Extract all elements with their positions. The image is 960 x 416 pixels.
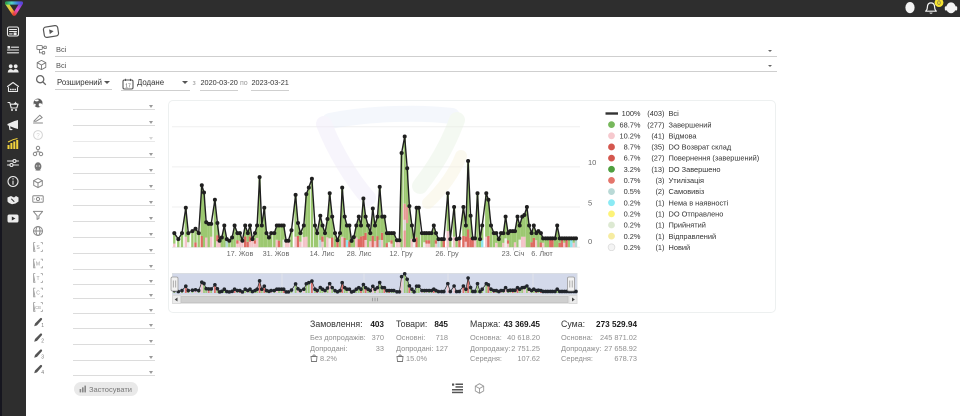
svg-text:0.2%: 0.2% — [624, 198, 641, 207]
svg-text:5: 5 — [588, 198, 592, 207]
svg-text:DO Завершено: DO Завершено — [669, 165, 721, 174]
svg-text:Новий: Новий — [669, 243, 691, 252]
svg-text:(3): (3) — [655, 176, 664, 185]
svg-text:68.7%: 68.7% — [620, 120, 641, 129]
svg-text:Відмова: Відмова — [669, 131, 698, 140]
svg-text:0.2%: 0.2% — [624, 221, 641, 230]
svg-text:0: 0 — [937, 0, 941, 7]
svg-text:0: 0 — [588, 237, 592, 246]
svg-text:2: 2 — [41, 339, 44, 345]
svg-text:Нема в наявності: Нема в наявності — [669, 198, 729, 207]
svg-text:3: 3 — [41, 355, 44, 361]
svg-text:Повернення (завершений): Повернення (завершений) — [669, 154, 760, 163]
svg-text:(1): (1) — [655, 198, 664, 207]
svg-text:S: S — [36, 245, 40, 251]
svg-text:1: 1 — [41, 323, 44, 329]
svg-text:0.2%: 0.2% — [624, 209, 641, 218]
svg-text:DO Отправлено: DO Отправлено — [669, 209, 724, 218]
svg-text:100%: 100% — [622, 109, 641, 118]
svg-text:M: M — [36, 261, 40, 267]
svg-text:(27): (27) — [651, 154, 664, 163]
svg-text:0.5%: 0.5% — [624, 187, 641, 196]
svg-text:DO Возврат склад: DO Возврат склад — [669, 143, 732, 152]
svg-text:(403): (403) — [647, 109, 664, 118]
svg-text:C: C — [36, 290, 40, 296]
svg-text:T: T — [36, 276, 39, 282]
svg-text:(1): (1) — [655, 243, 664, 252]
svg-text:Утилізація: Утилізація — [669, 176, 705, 185]
svg-text:(1): (1) — [655, 209, 664, 218]
svg-text:Завершений: Завершений — [669, 120, 712, 129]
svg-text:17. Жов: 17. Жов — [227, 249, 254, 258]
svg-text:(1): (1) — [655, 221, 664, 230]
svg-text:Всі: Всі — [669, 109, 680, 118]
svg-text:8.7%: 8.7% — [624, 143, 641, 152]
svg-text:(277): (277) — [647, 120, 664, 129]
svg-text:Прийнятий: Прийнятий — [669, 221, 706, 230]
svg-text:10: 10 — [588, 158, 596, 167]
svg-text:6.7%: 6.7% — [624, 154, 641, 163]
svg-text:(41): (41) — [651, 131, 664, 140]
svg-text:31. Жов: 31. Жов — [263, 249, 290, 258]
svg-text:(1): (1) — [655, 232, 664, 241]
svg-text:0.2%: 0.2% — [624, 243, 641, 252]
svg-text:(13): (13) — [651, 165, 664, 174]
svg-text:0.2%: 0.2% — [624, 232, 641, 241]
svg-text:10.2%: 10.2% — [620, 131, 641, 140]
svg-text:Самовивіз: Самовивіз — [669, 187, 705, 196]
svg-text:(2): (2) — [655, 187, 664, 196]
svg-text:0.7%: 0.7% — [624, 176, 641, 185]
svg-text:(35): (35) — [651, 143, 664, 152]
svg-text:4: 4 — [41, 370, 44, 376]
svg-text:23. Січ: 23. Січ — [502, 249, 525, 258]
svg-text:Відправлений: Відправлений — [669, 232, 717, 241]
svg-text:3.2%: 3.2% — [624, 165, 641, 174]
svg-text:17: 17 — [125, 83, 131, 89]
svg-text:CB: CB — [35, 305, 41, 310]
